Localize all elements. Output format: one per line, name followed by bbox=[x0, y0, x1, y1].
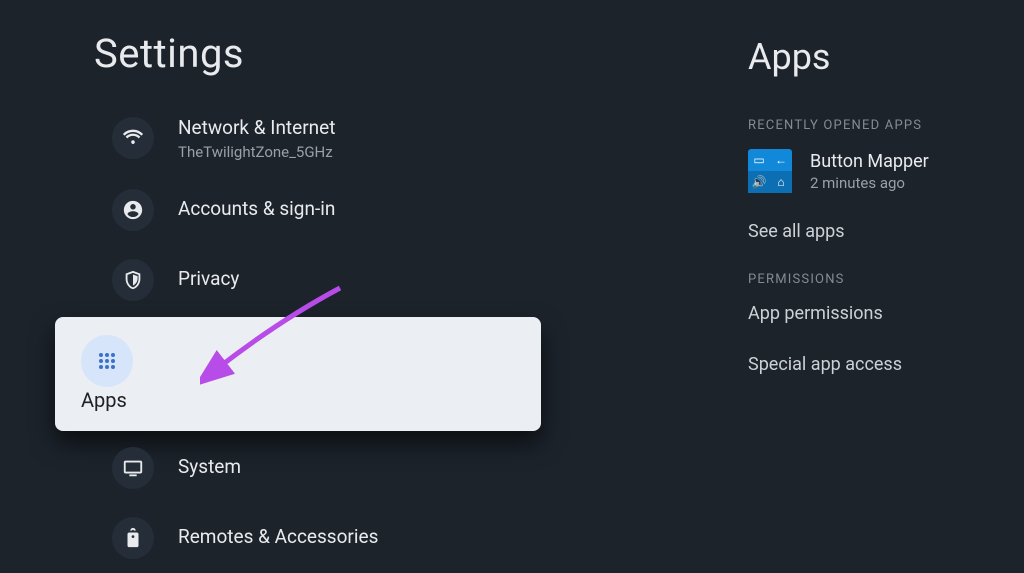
settings-item-sublabel: TheTwilightZone_5GHz bbox=[178, 143, 335, 161]
recent-apps-header: RECENTLY OPENED APPS bbox=[748, 118, 1024, 133]
app-permissions-item[interactable]: App permissions bbox=[748, 303, 1024, 324]
button-mapper-app-icon: ▭ ← 🔊 ⌂ bbox=[748, 149, 792, 193]
settings-item-label: Apps bbox=[81, 387, 541, 413]
apps-right-panel: Apps RECENTLY OPENED APPS ▭ ← 🔊 ⌂ Button… bbox=[700, 0, 1024, 556]
right-panel-title: Apps bbox=[748, 36, 1024, 78]
shield-icon bbox=[112, 259, 154, 301]
page-title: Settings bbox=[94, 30, 640, 77]
monitor-icon bbox=[112, 447, 154, 489]
see-all-apps[interactable]: See all apps bbox=[748, 221, 1024, 242]
settings-item-label: System bbox=[178, 455, 241, 480]
recent-app-time: 2 minutes ago bbox=[810, 174, 929, 192]
remote-icon bbox=[112, 517, 154, 559]
settings-item-label: Network & Internet bbox=[178, 116, 335, 141]
account-icon bbox=[112, 189, 154, 231]
settings-item-privacy[interactable]: Privacy bbox=[0, 245, 640, 315]
apps-icon bbox=[81, 335, 133, 387]
settings-item-system[interactable]: System bbox=[0, 433, 640, 503]
settings-item-remotes[interactable]: Remotes & Accessories bbox=[0, 503, 640, 573]
settings-item-accounts[interactable]: Accounts & sign-in bbox=[0, 175, 640, 245]
special-app-access-item[interactable]: Special app access bbox=[748, 354, 1024, 375]
permissions-header: PERMISSIONS bbox=[748, 272, 1024, 287]
settings-list: Network & Internet TheTwilightZone_5GHz … bbox=[0, 102, 640, 573]
settings-item-label: Privacy bbox=[178, 267, 239, 292]
settings-item-label: Accounts & sign-in bbox=[178, 197, 335, 222]
settings-left-panel: Settings Network & Internet TheTwilightZ… bbox=[0, 0, 640, 556]
settings-item-network[interactable]: Network & Internet TheTwilightZone_5GHz bbox=[0, 102, 640, 175]
recent-app-item[interactable]: ▭ ← 🔊 ⌂ Button Mapper 2 minutes ago bbox=[748, 149, 1024, 193]
wifi-icon bbox=[112, 117, 154, 159]
settings-item-label: Remotes & Accessories bbox=[178, 525, 378, 550]
settings-item-apps[interactable]: Apps bbox=[55, 317, 541, 431]
recent-app-name: Button Mapper bbox=[810, 151, 929, 172]
